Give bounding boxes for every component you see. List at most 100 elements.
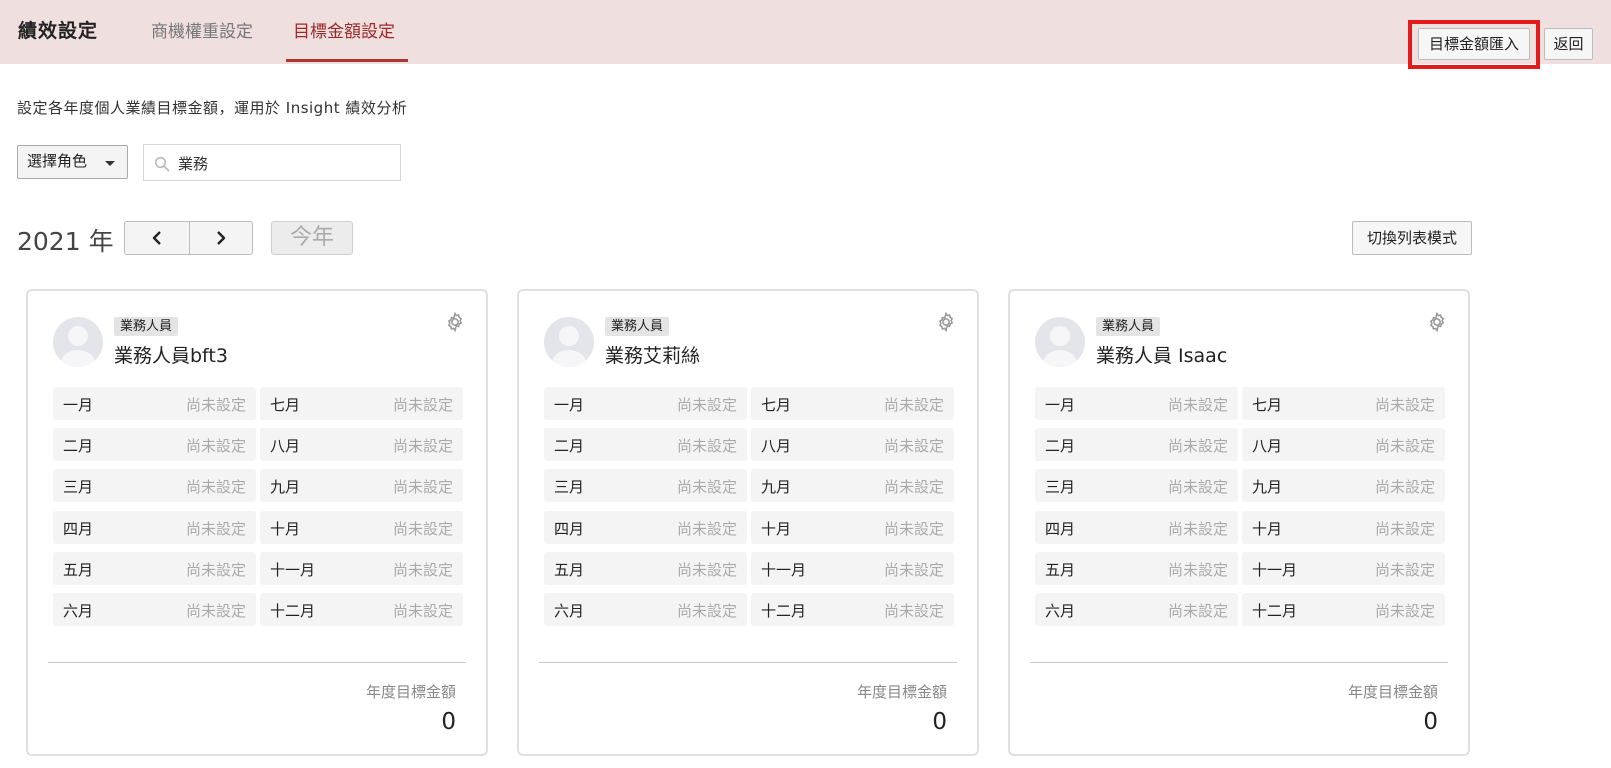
month-target-cell[interactable]: 八月 尚未設定 bbox=[751, 428, 954, 461]
month-name: 三月 bbox=[554, 478, 585, 496]
month-target-cell[interactable]: 八月 尚未設定 bbox=[1242, 428, 1445, 461]
top-bar: 績效設定 商機權重設定 目標金額設定 bbox=[0, 0, 1611, 64]
month-name: 四月 bbox=[554, 520, 585, 538]
month-target-cell[interactable]: 八月 尚未設定 bbox=[260, 428, 463, 461]
month-target-value: 尚未設定 bbox=[676, 396, 737, 414]
this-year-button[interactable]: 今年 bbox=[271, 221, 353, 255]
month-target-cell[interactable]: 七月 尚未設定 bbox=[260, 387, 463, 420]
month-name: 八月 bbox=[761, 437, 792, 455]
month-target-value: 尚未設定 bbox=[185, 561, 246, 579]
month-target-value: 尚未設定 bbox=[883, 396, 944, 414]
month-name: 八月 bbox=[270, 437, 301, 455]
year-label: 2021 年 bbox=[17, 227, 114, 256]
month-target-cell[interactable]: 九月 尚未設定 bbox=[260, 469, 463, 502]
avatar bbox=[1035, 317, 1085, 367]
month-target-cell[interactable]: 三月 尚未設定 bbox=[53, 469, 256, 502]
month-target-cell[interactable]: 十月 尚未設定 bbox=[751, 511, 954, 544]
month-target-cell[interactable]: 四月 尚未設定 bbox=[544, 511, 747, 544]
month-name: 九月 bbox=[270, 478, 301, 496]
month-target-value: 尚未設定 bbox=[676, 602, 737, 620]
month-target-cell[interactable]: 五月 尚未設定 bbox=[544, 552, 747, 585]
month-name: 十一月 bbox=[761, 561, 807, 579]
tab-target-amount[interactable]: 目標金額設定 bbox=[293, 17, 395, 42]
month-target-cell[interactable]: 十二月 尚未設定 bbox=[260, 593, 463, 626]
month-name: 十一月 bbox=[1252, 561, 1298, 579]
month-target-cell[interactable]: 五月 尚未設定 bbox=[53, 552, 256, 585]
month-target-cell[interactable]: 十一月 尚未設定 bbox=[751, 552, 954, 585]
year-nav-group bbox=[124, 221, 253, 255]
month-target-cell[interactable]: 一月 尚未設定 bbox=[544, 387, 747, 420]
avatar bbox=[544, 317, 594, 367]
month-name: 十二月 bbox=[1252, 602, 1298, 620]
month-target-value: 尚未設定 bbox=[392, 478, 453, 496]
month-target-value: 尚未設定 bbox=[883, 437, 944, 455]
month-name: 九月 bbox=[1252, 478, 1283, 496]
search-input[interactable] bbox=[178, 152, 393, 174]
search-icon bbox=[154, 156, 170, 172]
month-target-cell[interactable]: 四月 尚未設定 bbox=[1035, 511, 1238, 544]
next-year-button[interactable] bbox=[188, 222, 253, 254]
month-target-cell[interactable]: 六月 尚未設定 bbox=[1035, 593, 1238, 626]
month-name: 五月 bbox=[554, 561, 585, 579]
month-target-value: 尚未設定 bbox=[1374, 602, 1435, 620]
month-name: 六月 bbox=[554, 602, 585, 620]
member-name: 業務人員bft3 bbox=[114, 345, 228, 367]
month-target-cell[interactable]: 十月 尚未設定 bbox=[1242, 511, 1445, 544]
card-divider bbox=[539, 662, 957, 663]
target-amount-import-button[interactable]: 目標金額匯入 bbox=[1418, 28, 1530, 60]
month-target-cell[interactable]: 五月 尚未設定 bbox=[1035, 552, 1238, 585]
month-target-cell[interactable]: 六月 尚未設定 bbox=[53, 593, 256, 626]
annual-target-label: 年度目標金額 bbox=[856, 683, 947, 701]
month-target-cell[interactable]: 十月 尚未設定 bbox=[260, 511, 463, 544]
month-target-value: 尚未設定 bbox=[676, 478, 737, 496]
month-target-cell[interactable]: 十一月 尚未設定 bbox=[1242, 552, 1445, 585]
month-target-cell[interactable]: 二月 尚未設定 bbox=[1035, 428, 1238, 461]
month-target-cell[interactable]: 二月 尚未設定 bbox=[53, 428, 256, 461]
month-target-cell[interactable]: 十一月 尚未設定 bbox=[260, 552, 463, 585]
month-name: 八月 bbox=[1252, 437, 1283, 455]
month-target-cell[interactable]: 四月 尚未設定 bbox=[53, 511, 256, 544]
month-name: 四月 bbox=[63, 520, 94, 538]
month-target-value: 尚未設定 bbox=[1374, 561, 1435, 579]
month-name: 二月 bbox=[554, 437, 585, 455]
month-name: 一月 bbox=[1045, 396, 1076, 414]
card-divider bbox=[48, 662, 466, 663]
back-button[interactable]: 返回 bbox=[1544, 28, 1593, 60]
annual-target-value: 0 bbox=[932, 709, 947, 735]
switch-list-mode-button[interactable]: 切換列表模式 bbox=[1352, 221, 1472, 255]
month-name: 四月 bbox=[1045, 520, 1076, 538]
search-box[interactable] bbox=[143, 144, 401, 181]
month-target-value: 尚未設定 bbox=[1374, 437, 1435, 455]
tab-opportunity-weight[interactable]: 商機權重設定 bbox=[151, 17, 253, 42]
month-name: 二月 bbox=[1045, 437, 1076, 455]
gear-icon[interactable] bbox=[1426, 311, 1448, 333]
gear-icon[interactable] bbox=[444, 311, 466, 333]
month-name: 七月 bbox=[270, 396, 301, 414]
month-target-cell[interactable]: 十二月 尚未設定 bbox=[751, 593, 954, 626]
month-target-value: 尚未設定 bbox=[1167, 396, 1228, 414]
month-target-value: 尚未設定 bbox=[1374, 520, 1435, 538]
month-target-cell[interactable]: 一月 尚未設定 bbox=[53, 387, 256, 420]
month-name: 三月 bbox=[1045, 478, 1076, 496]
month-target-cell[interactable]: 七月 尚未設定 bbox=[1242, 387, 1445, 420]
annual-target-value: 0 bbox=[441, 709, 456, 735]
month-target-cell[interactable]: 三月 尚未設定 bbox=[1035, 469, 1238, 502]
month-target-value: 尚未設定 bbox=[392, 520, 453, 538]
month-target-cell[interactable]: 一月 尚未設定 bbox=[1035, 387, 1238, 420]
month-target-cell[interactable]: 七月 尚未設定 bbox=[751, 387, 954, 420]
gear-icon[interactable] bbox=[935, 311, 957, 333]
chevron-left-icon bbox=[152, 231, 161, 245]
month-target-value: 尚未設定 bbox=[392, 602, 453, 620]
month-name: 六月 bbox=[63, 602, 94, 620]
month-target-value: 尚未設定 bbox=[883, 520, 944, 538]
month-target-cell[interactable]: 三月 尚未設定 bbox=[544, 469, 747, 502]
month-target-value: 尚未設定 bbox=[1167, 437, 1228, 455]
member-name: 業務人員 Isaac bbox=[1096, 345, 1228, 367]
previous-year-button[interactable] bbox=[125, 222, 189, 254]
month-target-cell[interactable]: 六月 尚未設定 bbox=[544, 593, 747, 626]
month-target-cell[interactable]: 十二月 尚未設定 bbox=[1242, 593, 1445, 626]
month-target-cell[interactable]: 二月 尚未設定 bbox=[544, 428, 747, 461]
month-target-cell[interactable]: 九月 尚未設定 bbox=[1242, 469, 1445, 502]
role-select[interactable]: 選擇角色 bbox=[17, 145, 128, 179]
month-target-cell[interactable]: 九月 尚未設定 bbox=[751, 469, 954, 502]
